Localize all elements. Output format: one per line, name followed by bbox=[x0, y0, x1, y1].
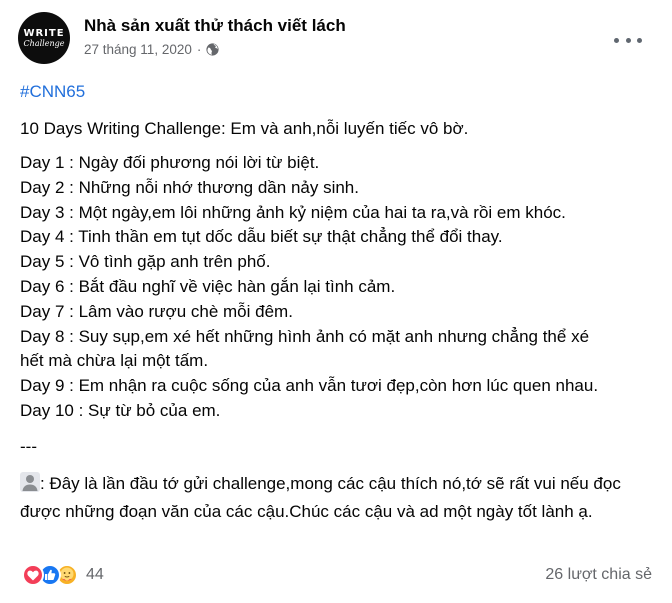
avatar-logo-line2: Challenge bbox=[23, 39, 65, 48]
page-name-link[interactable]: Nhà sản xuất thử thách viết lách bbox=[84, 16, 346, 36]
person-silhouette-icon bbox=[20, 472, 40, 492]
day-item: Day 6 : Bắt đầu nghĩ về việc hàn gắn lại… bbox=[20, 276, 396, 296]
day-item: Day 9 : Em nhận ra cuộc sống của anh vẫn… bbox=[20, 376, 599, 396]
more-dot-icon bbox=[625, 37, 631, 43]
reaction-count: 44 bbox=[86, 566, 104, 583]
shares-count-link[interactable]: 26 lượt chia sẻ bbox=[545, 566, 652, 584]
author-note-text: : Đây là lần đầu tớ gửi challenge,mong c… bbox=[20, 474, 621, 521]
post-title: 10 Days Writing Challenge: Em và anh,nỗi… bbox=[20, 119, 469, 138]
day-item: Day 1 : Ngày đối phương nói lời từ biệt. bbox=[20, 153, 320, 172]
reactions-summary[interactable]: 44 bbox=[22, 562, 104, 588]
post-meta: 27 tháng 11, 2020 · bbox=[84, 42, 219, 57]
text-divider: --- bbox=[20, 437, 37, 456]
hashtag-link[interactable]: #CNN65 bbox=[20, 82, 85, 102]
more-dot-icon bbox=[637, 37, 642, 43]
more-dot-icon bbox=[614, 37, 619, 43]
page-avatar[interactable]: WRITE Challenge bbox=[18, 12, 70, 64]
love-reaction-icon bbox=[22, 564, 44, 586]
facebook-post: WRITE Challenge Nhà sản xuất thử thách v… bbox=[0, 0, 672, 603]
more-options-button[interactable] bbox=[614, 30, 642, 50]
avatar-logo-line1: WRITE bbox=[23, 28, 65, 39]
day-item: Day 3 : Một ngày,em lôi những ảnh kỷ niệ… bbox=[20, 202, 566, 222]
meta-separator: · bbox=[196, 42, 202, 57]
day-item: Day 10 : Sự từ bỏ của em. bbox=[20, 400, 221, 420]
author-note: : Đây là lần đầu tớ gửi challenge,mong c… bbox=[20, 470, 650, 525]
day-item: Day 5 : Vô tình gặp anh trên phố. bbox=[20, 252, 271, 272]
day-list: Day 1 : Ngày đối phương nói lời từ biệt.… bbox=[20, 151, 660, 424]
day-item: Day 4 : Tinh thần em tụt dốc dẫu biết sự… bbox=[20, 227, 503, 247]
globe-icon[interactable] bbox=[206, 43, 219, 56]
day-item: Day 7 : Lâm vào rượu chè mỗi đêm. bbox=[20, 301, 293, 321]
day-item: Day 8 : Suy sụp,em xé hết những hình ảnh… bbox=[20, 326, 590, 346]
post-date-link[interactable]: 27 tháng 11, 2020 bbox=[84, 42, 192, 57]
day-item-continued: hết mà chừa lại một tấm. bbox=[20, 351, 209, 371]
day-item: Day 2 : Những nỗi nhớ thương dần nảy sin… bbox=[20, 177, 359, 197]
